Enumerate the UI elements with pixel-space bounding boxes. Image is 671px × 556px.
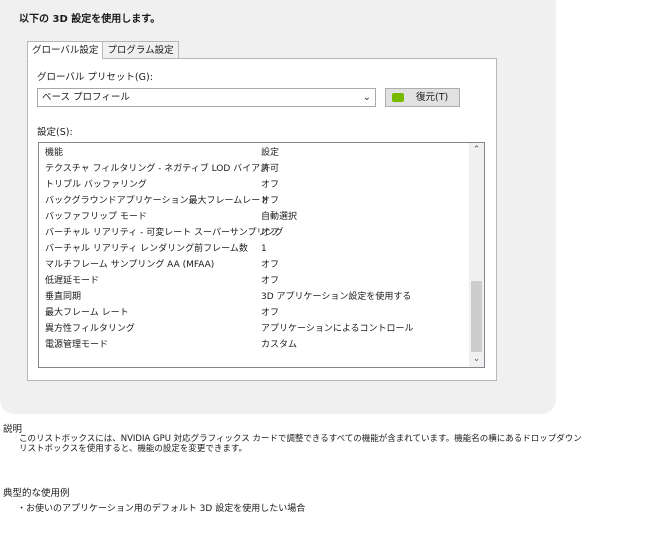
global-preset-value: ベース プロフィール <box>42 92 130 103</box>
feature-name: バーチャル リアリティ - 可変レート スーパーサンプリング <box>45 228 284 238</box>
feature-value[interactable]: オフ <box>261 257 279 273</box>
feature-value[interactable]: オフ <box>261 193 279 209</box>
settings-panel: 以下の 3D 設定を使用します。 グローバル設定 プログラム設定 グローバル プ… <box>0 0 556 414</box>
settings-row[interactable]: マルチフレーム サンプリング AA (MFAA) オフ <box>39 257 470 273</box>
tab-strip: グローバル設定 プログラム設定 <box>27 41 179 59</box>
global-settings-tabpanel: グローバル プリセット(G): ベース プロフィール ⌄ 復元(T) 設定(S)… <box>27 58 497 381</box>
description-text: このリストボックスには、NVIDIA GPU 対応グラフィックス カードで調整で… <box>19 434 582 454</box>
settings-row[interactable]: 異方性フィルタリング アプリケーションによるコントロール <box>39 321 470 337</box>
nvidia-logo-icon <box>392 93 404 102</box>
tab-program-settings[interactable]: プログラム設定 <box>103 41 179 59</box>
feature-value[interactable]: 許可 <box>261 161 279 177</box>
settings-row[interactable]: 電源管理モード カスタム <box>39 337 470 353</box>
vertical-scrollbar[interactable]: ⌃ ⌄ <box>469 143 484 367</box>
scrollbar-thumb[interactable] <box>471 281 482 352</box>
column-header-feature: 機能 <box>45 148 64 158</box>
restore-button-label: 復元(T) <box>416 92 449 103</box>
feature-name: 異方性フィルタリング <box>45 324 135 334</box>
feature-value[interactable]: アプリケーションによるコントロール <box>261 321 414 337</box>
feature-name: テクスチャ フィルタリング - ネガティブ LOD バイアス <box>45 164 270 174</box>
feature-name: バックグラウンドアプリケーション最大フレームレート <box>45 196 270 206</box>
feature-name: バッファフリップ モード <box>45 212 147 222</box>
feature-name: 低遅延モード <box>45 276 100 286</box>
feature-name: トリプル バッファリング <box>45 180 147 190</box>
global-preset-select[interactable]: ベース プロフィール ⌄ <box>37 88 376 107</box>
settings-row[interactable]: バーチャル リアリティ レンダリング前フレーム数 1 <box>39 241 470 257</box>
feature-name: バーチャル リアリティ レンダリング前フレーム数 <box>45 244 248 254</box>
settings-row[interactable]: トリプル バッファリング オフ <box>39 177 470 193</box>
feature-value[interactable]: オフ <box>261 177 279 193</box>
page-title: 以下の 3D 設定を使用します。 <box>19 14 161 25</box>
description-title: 説明 <box>3 424 23 435</box>
settings-row[interactable]: バーチャル リアリティ - 可変レート スーパーサンプリング オフ <box>39 225 470 241</box>
feature-value[interactable]: 1 <box>261 241 267 257</box>
feature-name: 電源管理モード <box>45 340 109 350</box>
feature-name: 垂直同期 <box>45 292 82 302</box>
tab-global-settings[interactable]: グローバル設定 <box>27 41 104 59</box>
usage-title: 典型的な使用例 <box>3 488 70 499</box>
feature-value[interactable]: 3D アプリケーション設定を使用する <box>261 289 411 305</box>
feature-value[interactable]: カスタム <box>261 337 297 353</box>
feature-value[interactable]: オフ <box>261 225 279 241</box>
feature-name: 最大フレーム レート <box>45 308 129 318</box>
settings-header-row: 機能 設定 <box>39 145 470 161</box>
global-preset-label: グローバル プリセット(G): <box>37 72 153 83</box>
column-header-setting: 設定 <box>261 148 280 158</box>
restore-button[interactable]: 復元(T) <box>385 88 460 107</box>
usage-item: ・お使いのアプリケーション用のデフォルト 3D 設定を使用したい場合 <box>17 504 306 514</box>
chevron-down-icon: ⌄ <box>362 92 371 103</box>
scroll-down-arrow-icon[interactable]: ⌄ <box>469 352 484 367</box>
feature-value[interactable]: 自動選択 <box>261 209 297 225</box>
settings-row[interactable]: 低遅延モード オフ <box>39 273 470 289</box>
settings-label: 設定(S): <box>37 127 73 138</box>
feature-value[interactable]: オフ <box>261 305 279 321</box>
settings-listbox[interactable]: 機能 設定 テクスチャ フィルタリング - ネガティブ LOD バイアス 許可 … <box>38 142 485 368</box>
feature-name: マルチフレーム サンプリング AA (MFAA) <box>45 260 215 270</box>
feature-value[interactable]: オフ <box>261 273 279 289</box>
settings-row[interactable]: 最大フレーム レート オフ <box>39 305 470 321</box>
settings-row[interactable]: バックグラウンドアプリケーション最大フレームレート オフ <box>39 193 470 209</box>
settings-row[interactable]: 垂直同期 3D アプリケーション設定を使用する <box>39 289 470 305</box>
settings-row[interactable]: テクスチャ フィルタリング - ネガティブ LOD バイアス 許可 <box>39 161 470 177</box>
settings-row[interactable]: バッファフリップ モード 自動選択 <box>39 209 470 225</box>
scroll-up-arrow-icon[interactable]: ⌃ <box>469 143 484 158</box>
